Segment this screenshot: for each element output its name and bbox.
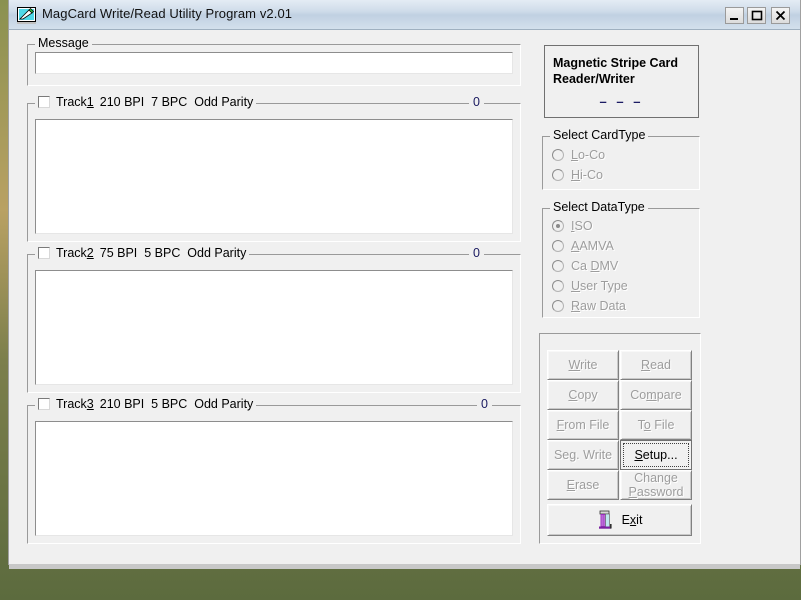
track1-count: 0 — [469, 95, 484, 109]
command-button-panel: Write Read Copy Compare From File To Fil… — [539, 333, 701, 544]
radio-raw-data-indicator — [552, 300, 564, 312]
track3-textarea[interactable] — [35, 421, 513, 536]
radio-user-type-label: User Type — [571, 279, 628, 293]
track1-checkbox[interactable] — [38, 96, 50, 108]
track3-legend: Track3 210 BPI 5 BPC Odd Parity — [35, 397, 257, 411]
application-window: MagCard Write/Read Utility Program v2.01… — [8, 0, 801, 569]
radio-lo-co[interactable]: Lo-Co — [552, 148, 605, 162]
reader-writer-title-line2: Reader/Writer — [553, 72, 635, 86]
radio-iso-indicator — [552, 220, 564, 232]
track1-accel: 1 — [86, 95, 94, 109]
radio-lo-co-label: Lo-Co — [571, 148, 606, 162]
close-icon[interactable] — [771, 7, 790, 24]
window-title: MagCard Write/Read Utility Program v2.01 — [42, 6, 293, 21]
from-file-button-label: From File — [556, 418, 610, 432]
track2-accel: 2 — [86, 246, 94, 260]
track1-label: Track1 — [56, 95, 94, 109]
track1-spec: 210 BPI 7 BPC Odd Parity — [99, 95, 254, 109]
erase-button-label: Erase — [566, 478, 600, 492]
to-file-button[interactable]: To File — [620, 410, 692, 440]
track3-spec: 210 BPI 5 BPC Odd Parity — [99, 397, 254, 411]
data-type-legend: Select DataType — [550, 200, 648, 214]
read-button-label: Read — [641, 358, 671, 372]
change-password-button[interactable]: Change Password — [620, 470, 692, 500]
radio-aamva[interactable]: AAMVA — [552, 239, 614, 253]
track2-legend: Track2 75 BPI 5 BPC Odd Parity — [35, 246, 250, 260]
track3-count: 0 — [477, 397, 492, 411]
read-button[interactable]: Read — [620, 350, 692, 380]
card-type-group: Select CardType Lo-Co Hi-Co — [542, 128, 700, 190]
radio-aamva-indicator — [552, 240, 564, 252]
exit-button-label: Exit — [621, 513, 643, 527]
radio-hi-co-label: Hi-Co — [571, 168, 603, 182]
radio-iso[interactable]: ISO — [552, 219, 593, 233]
radio-aamva-label: AAMVA — [571, 239, 614, 253]
reader-writer-panel: Magnetic Stripe Card Reader/Writer – – – — [544, 45, 699, 118]
setup-button-label: Setup... — [634, 448, 678, 462]
radio-ca-dmv-indicator — [552, 260, 564, 272]
reader-writer-title-line1: Magnetic Stripe Card — [553, 56, 679, 70]
radio-ca-dmv-label: Ca DMV — [571, 259, 619, 273]
maximize-icon[interactable] — [747, 7, 766, 24]
track1-legend: Track1 210 BPI 7 BPC Odd Parity — [35, 95, 257, 109]
exit-door-icon — [597, 510, 615, 530]
track2-spec: 75 BPI 5 BPC Odd Parity — [99, 246, 247, 260]
track2-count: 0 — [469, 246, 484, 260]
track2-label: Track2 — [56, 246, 94, 260]
erase-button[interactable]: Erase — [547, 470, 619, 500]
track3-label: Track3 — [56, 397, 94, 411]
message-legend: Message — [35, 36, 92, 50]
track3-accel: 3 — [86, 397, 94, 411]
seg-write-button[interactable]: Seg. Write — [547, 440, 619, 470]
radio-raw-data[interactable]: Raw Data — [552, 299, 626, 313]
radio-lo-co-indicator — [552, 149, 564, 161]
track2-textarea[interactable] — [35, 270, 513, 385]
copy-button-label: Copy — [568, 388, 598, 402]
exit-button[interactable]: Exit — [547, 504, 692, 536]
radio-user-type-indicator — [552, 280, 564, 292]
reader-status-text: – – – — [599, 94, 644, 109]
setup-button[interactable]: Setup... — [620, 440, 692, 470]
radio-iso-label: ISO — [571, 219, 593, 233]
radio-ca-dmv[interactable]: Ca DMV — [552, 259, 618, 273]
track1-textarea[interactable] — [35, 119, 513, 234]
track2-checkbox[interactable] — [38, 247, 50, 259]
copy-button[interactable]: Copy — [547, 380, 619, 410]
data-type-group: Select DataType ISO AAMVA Ca DMV User Ty… — [542, 200, 700, 318]
change-password-button-label: Change Password — [628, 471, 684, 499]
radio-hi-co-indicator — [552, 169, 564, 181]
to-file-button-label: To File — [637, 418, 675, 432]
card-type-legend: Select CardType — [550, 128, 649, 142]
compare-button[interactable]: Compare — [620, 380, 692, 410]
radio-hi-co[interactable]: Hi-Co — [552, 168, 603, 182]
title-bar[interactable]: MagCard Write/Read Utility Program v2.01 — [9, 0, 800, 30]
from-file-button[interactable]: From File — [547, 410, 619, 440]
message-input[interactable] — [35, 52, 513, 74]
compare-button-label: Compare — [630, 388, 682, 402]
magcard-pen-icon — [17, 6, 36, 24]
reader-writer-title: Magnetic Stripe Card Reader/Writer — [553, 55, 695, 87]
write-button[interactable]: Write — [547, 350, 619, 380]
minimize-icon[interactable] — [725, 7, 744, 24]
track3-checkbox[interactable] — [38, 398, 50, 410]
radio-user-type[interactable]: User Type — [552, 279, 628, 293]
seg-write-button-label: Seg. Write — [553, 448, 613, 462]
write-button-label: Write — [568, 358, 598, 372]
radio-raw-data-label: Raw Data — [571, 299, 626, 313]
